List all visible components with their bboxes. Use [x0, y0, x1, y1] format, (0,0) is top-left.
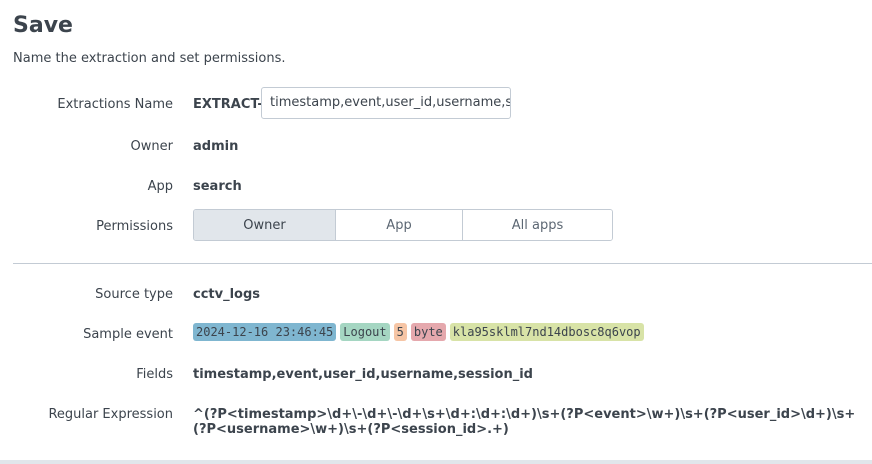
- permissions-toggle-group: Owner App All apps: [193, 209, 613, 241]
- page-title: Save: [13, 13, 73, 38]
- source-type-label: Source type: [95, 287, 173, 302]
- sample-token-session-id: kla95sklml7nd14dbosc8q6vop: [449, 323, 644, 341]
- regex-value: ^(?P<timestamp>\d+\-\d+\-\d+\s+\d+:\d+:\…: [193, 407, 856, 437]
- permissions-label: Permissions: [96, 219, 173, 234]
- permission-app-button[interactable]: App: [336, 210, 463, 240]
- owner-label: Owner: [130, 139, 173, 154]
- page-subtitle: Name the extraction and set permissions.: [13, 51, 286, 66]
- sample-token-username: byte: [410, 323, 446, 341]
- footer-edge: [0, 460, 872, 464]
- fields-label: Fields: [136, 367, 173, 382]
- app-label: App: [147, 179, 173, 194]
- sample-event-label: Sample event: [83, 327, 173, 342]
- extraction-name-input[interactable]: timestamp,event,user_id,username,se: [261, 87, 511, 119]
- extraction-prefix: EXTRACT-: [193, 97, 263, 112]
- source-type-value: cctv_logs: [193, 287, 261, 302]
- fields-value: timestamp,event,user_id,username,session…: [193, 367, 533, 382]
- owner-value: admin: [193, 139, 239, 154]
- sample-token-event: Logout: [340, 323, 390, 341]
- sample-event-tokens: 2024-12-16 23:46:45 Logout 5 byte kla95s…: [193, 323, 644, 341]
- sample-token-user-id: 5: [393, 323, 407, 341]
- permission-all-apps-button[interactable]: All apps: [463, 210, 612, 240]
- section-divider: [13, 263, 872, 264]
- extraction-name-label: Extractions Name: [57, 97, 173, 112]
- sample-token-timestamp: 2024-12-16 23:46:45: [193, 323, 337, 341]
- app-value: search: [193, 179, 242, 194]
- regex-label: Regular Expression: [48, 407, 173, 422]
- permission-owner-button[interactable]: Owner: [194, 210, 336, 240]
